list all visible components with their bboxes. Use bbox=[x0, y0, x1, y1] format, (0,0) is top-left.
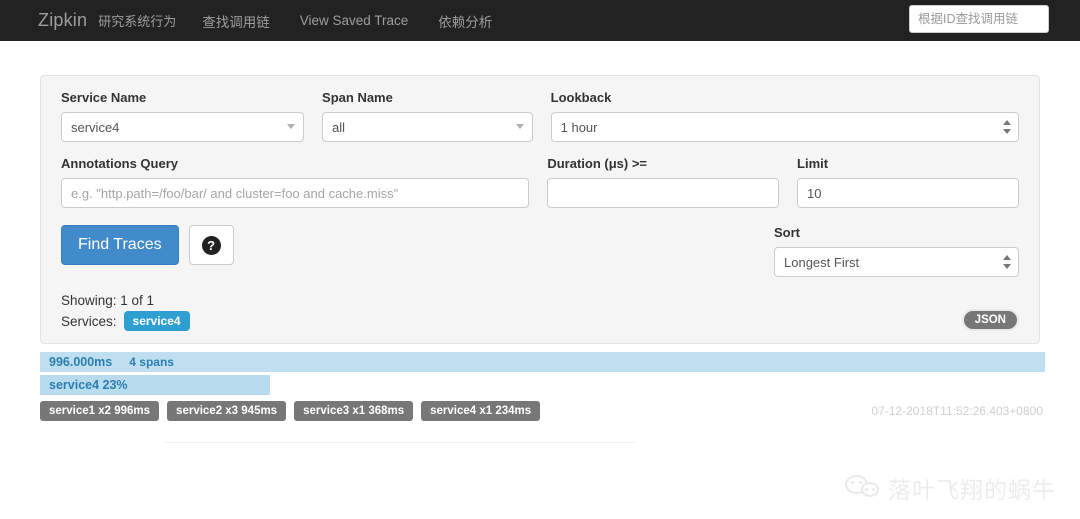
brand-subtitle: 研究系统行为 bbox=[98, 14, 177, 29]
watermark: 落叶飞翔的蜗牛 bbox=[845, 471, 1056, 505]
service-filter-badge[interactable]: service4 bbox=[123, 311, 190, 331]
trace-duration: 996.000ms bbox=[49, 355, 113, 369]
sort-label: Sort bbox=[774, 225, 800, 240]
nav-link-view-saved-trace[interactable]: View Saved Trace bbox=[300, 13, 409, 28]
trace-service-bar-label: service4 23% bbox=[49, 378, 128, 392]
divider bbox=[165, 442, 635, 443]
trace-service-bar[interactable]: service4 23% bbox=[40, 375, 270, 395]
services-line: Services: service4 bbox=[61, 311, 190, 331]
span-name-select[interactable] bbox=[322, 112, 533, 142]
question-mark-icon: ? bbox=[201, 235, 221, 255]
showing-count: Showing: 1 of 1 bbox=[61, 293, 155, 308]
search-panel: Service Name Span Name Lookback Annotati… bbox=[40, 75, 1040, 344]
brand-logo[interactable]: Zipkin bbox=[38, 10, 87, 31]
trace-service-badges: service1 x2 996ms service2 x3 945ms serv… bbox=[40, 401, 1045, 421]
trace-row: 996.000ms 4 spans service4 23% service1 … bbox=[40, 352, 1045, 443]
field-lookback: Lookback bbox=[542, 90, 1028, 142]
service-badge[interactable]: service2 x3 945ms bbox=[167, 401, 287, 421]
limit-label: Limit bbox=[797, 156, 829, 171]
limit-input[interactable] bbox=[797, 178, 1019, 208]
json-button[interactable]: JSON bbox=[961, 309, 1019, 331]
service-badge[interactable]: service4 x1 234ms bbox=[421, 401, 541, 421]
help-button[interactable]: ? bbox=[188, 225, 234, 265]
search-actions-row: Find Traces ? Sort bbox=[52, 225, 1028, 277]
trace-timestamp: 07-12-2018T11:52:26.403+0800 bbox=[871, 404, 1043, 418]
field-duration: Duration (μs) >= bbox=[538, 156, 788, 208]
find-traces-button[interactable]: Find Traces bbox=[61, 225, 179, 265]
navbar: Zipkin 研究系统行为 查找调用链 View Saved Trace 依赖分… bbox=[0, 0, 1080, 41]
services-label: Services: bbox=[61, 313, 117, 329]
span-name-label: Span Name bbox=[322, 90, 393, 105]
service-name-select[interactable] bbox=[61, 112, 305, 142]
service-badge[interactable]: service1 x2 996ms bbox=[40, 401, 160, 421]
results-summary: Showing: 1 of 1 Services: service4 JSON bbox=[52, 291, 1028, 331]
field-service-name: Service Name bbox=[52, 90, 313, 142]
field-sort: Sort bbox=[774, 225, 1019, 277]
nav-link-dependencies[interactable]: 依赖分析 bbox=[438, 11, 492, 31]
duration-label: Duration (μs) >= bbox=[547, 156, 648, 171]
sort-select[interactable] bbox=[774, 247, 1019, 277]
nav-link-find-traces[interactable]: 查找调用链 bbox=[202, 11, 270, 31]
search-row-1: Service Name Span Name Lookback bbox=[52, 90, 1028, 142]
annotations-query-input[interactable] bbox=[61, 178, 530, 208]
field-limit: Limit bbox=[788, 156, 1028, 208]
trace-results-list: 996.000ms 4 spans service4 23% service1 … bbox=[40, 352, 1045, 443]
service-badge[interactable]: service3 x1 368ms bbox=[294, 401, 414, 421]
annotations-query-label: Annotations Query bbox=[61, 156, 179, 171]
lookback-label: Lookback bbox=[550, 90, 612, 105]
field-annotations-query: Annotations Query bbox=[52, 156, 538, 208]
wechat-icon bbox=[845, 475, 879, 501]
watermark-text: 落叶飞翔的蜗牛 bbox=[888, 478, 1056, 504]
service-name-label: Service Name bbox=[61, 90, 147, 105]
trace-span-count: 4 spans bbox=[129, 355, 174, 369]
trace-id-search-input[interactable] bbox=[909, 5, 1049, 33]
search-row-2: Annotations Query Duration (μs) >= Limit bbox=[52, 156, 1028, 208]
duration-input[interactable] bbox=[547, 178, 780, 208]
trace-header[interactable]: 996.000ms 4 spans bbox=[40, 352, 1045, 372]
lookback-select[interactable] bbox=[550, 112, 1019, 142]
field-span-name: Span Name bbox=[313, 90, 542, 142]
